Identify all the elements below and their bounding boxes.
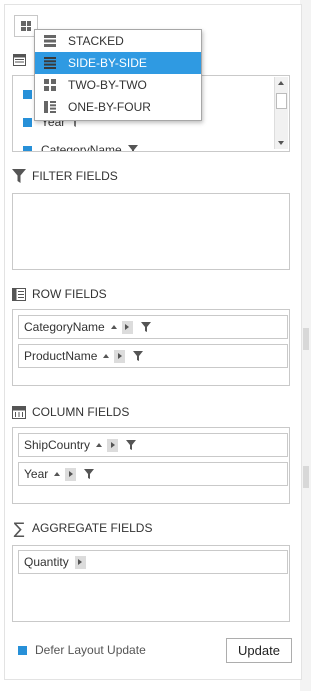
filter-funnel-icon[interactable] [133, 350, 144, 362]
filter-funnel-icon [12, 169, 26, 183]
menu-item-one-by-four[interactable]: ONE-BY-FOUR [35, 96, 201, 118]
field-checkbox[interactable] [23, 90, 32, 99]
aggregate-fields-title: AGGREGATE FIELDS [32, 521, 153, 535]
expand-arrow-icon[interactable] [121, 320, 133, 334]
row-fields-icon [12, 287, 26, 301]
scrollbar-thumb[interactable] [276, 93, 287, 109]
side-by-side-layout-icon [44, 56, 57, 70]
filter-funnel-icon[interactable] [84, 468, 95, 480]
defer-checkbox[interactable] [18, 645, 27, 655]
field-list-item[interactable]: CategoryName [23, 143, 139, 152]
field-label: CategoryName [41, 143, 122, 152]
defer-layout-update[interactable]: Defer Layout Update [18, 643, 146, 657]
menu-item-side-by-side[interactable]: SIDE-BY-SIDE [35, 52, 201, 74]
field-chip[interactable]: Quantity [18, 550, 288, 574]
filter-fields-title: FILTER FIELDS [32, 169, 118, 183]
right-edge-marker [303, 328, 309, 350]
scroll-down-arrow-icon[interactable] [278, 141, 284, 145]
row-fields-header: ROW FIELDS [12, 287, 107, 301]
stacked-layout-icon [44, 34, 57, 48]
field-chip-label: CategoryName [24, 320, 105, 334]
field-checkbox[interactable] [23, 145, 32, 151]
defer-label: Defer Layout Update [35, 643, 146, 657]
menu-item-stacked[interactable]: STACKED [35, 30, 201, 52]
sort-ascending-icon[interactable] [110, 325, 117, 329]
menu-item-two-by-two[interactable]: TWO-BY-TWO [35, 74, 201, 96]
expand-arrow-icon[interactable] [74, 555, 86, 569]
field-list-header [12, 53, 32, 67]
right-edge-marker [303, 466, 309, 488]
column-fields-drop-zone[interactable]: ShipCountry Year [12, 427, 290, 504]
filter-funnel-icon[interactable] [126, 439, 137, 451]
layout-grid-icon [21, 21, 31, 31]
two-by-two-layout-icon [44, 78, 57, 92]
filter-funnel-icon[interactable] [140, 321, 152, 333]
field-chip[interactable]: ShipCountry [18, 433, 288, 457]
scroll-up-arrow-icon[interactable] [278, 81, 284, 85]
filter-fields-header: FILTER FIELDS [12, 169, 118, 183]
field-chip[interactable]: Year [18, 462, 288, 486]
layout-dropdown-menu: STACKED SIDE-BY-SIDE TWO-BY-TWO ONE-BY-F… [34, 29, 202, 121]
field-chip-label: ShipCountry [24, 438, 91, 452]
sort-ascending-icon[interactable] [103, 354, 110, 358]
expand-arrow-icon[interactable] [114, 349, 126, 363]
field-chip-label: Quantity [24, 555, 69, 569]
sort-ascending-icon[interactable] [54, 472, 61, 476]
field-list-scrollbar[interactable] [274, 77, 288, 149]
expand-arrow-icon[interactable] [107, 438, 119, 452]
field-chip-label: Year [24, 467, 49, 481]
row-fields-title: ROW FIELDS [32, 287, 107, 301]
column-fields-header: COLUMN FIELDS [12, 405, 129, 419]
column-fields-title: COLUMN FIELDS [32, 405, 130, 419]
field-chip[interactable]: ProductName [18, 344, 288, 368]
filter-funnel-icon[interactable] [127, 144, 139, 151]
field-checkbox[interactable] [23, 117, 32, 127]
aggregate-fields-drop-zone[interactable]: Quantity [12, 545, 290, 622]
row-fields-drop-zone[interactable]: CategoryName ProductName [12, 309, 290, 386]
field-chip[interactable]: CategoryName [18, 315, 288, 339]
field-list-icon [12, 53, 26, 67]
column-fields-icon [12, 405, 26, 419]
expand-arrow-icon[interactable] [65, 467, 77, 481]
sort-ascending-icon[interactable] [96, 443, 103, 447]
one-by-four-layout-icon [44, 100, 57, 114]
aggregate-fields-header: ∑ AGGREGATE FIELDS [12, 518, 153, 538]
field-chip-label: ProductName [24, 349, 98, 363]
filter-fields-drop-zone[interactable] [12, 193, 290, 270]
update-button[interactable]: Update [226, 638, 292, 663]
sigma-icon: ∑ [13, 518, 25, 538]
